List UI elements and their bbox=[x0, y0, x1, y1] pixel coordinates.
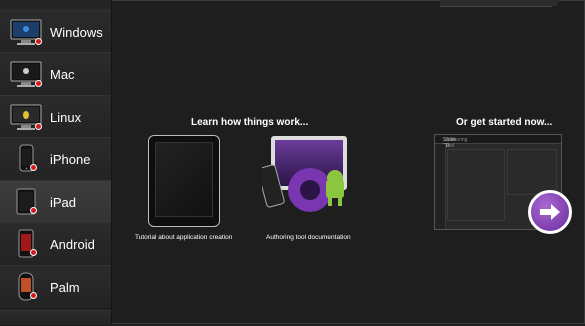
status-badge bbox=[30, 292, 37, 299]
sidebar-item-ipad[interactable]: iPad bbox=[0, 180, 111, 224]
sidebar-item-label: Palm bbox=[50, 279, 80, 295]
editor-titlebar: Strike 3D Authoring tool bbox=[435, 135, 561, 149]
editor-sidebar bbox=[435, 144, 446, 229]
tutorial-tile[interactable] bbox=[148, 135, 220, 227]
documentation-tile[interactable] bbox=[262, 136, 356, 218]
authoring-tool-icon bbox=[262, 164, 344, 212]
start-section-title: Or get started now... bbox=[456, 117, 553, 128]
ipad-icon bbox=[9, 186, 43, 218]
top-scroll-indicator bbox=[440, 0, 558, 7]
ipad-screen bbox=[155, 142, 213, 217]
android-phone-icon bbox=[9, 228, 43, 260]
sidebar-item-linux[interactable]: Linux bbox=[0, 95, 111, 139]
status-badge bbox=[30, 249, 37, 256]
status-badge bbox=[35, 38, 42, 45]
sidebar-item-label: Linux bbox=[50, 109, 82, 125]
sidebar-item-palm[interactable]: Palm bbox=[0, 265, 111, 309]
get-started-button[interactable] bbox=[528, 190, 572, 234]
sidebar-item-label: Android bbox=[50, 236, 95, 252]
status-badge bbox=[30, 164, 37, 171]
mac-monitor-icon bbox=[9, 58, 43, 90]
sidebar-item-label: Mac bbox=[50, 66, 75, 82]
status-badge bbox=[35, 123, 42, 130]
sidebar-item-label: Windows bbox=[50, 24, 103, 40]
sidebar-item-label: iPad bbox=[50, 194, 77, 210]
arrow-right-icon bbox=[540, 204, 560, 220]
tutorial-caption[interactable]: Tutorial about application creation bbox=[135, 234, 232, 241]
editor-properties-panel bbox=[507, 149, 557, 195]
platform-sidebar: Windows Mac Linux iPhone iPad Android Pa… bbox=[0, 0, 112, 326]
learn-section-title: Learn how things work... bbox=[191, 117, 309, 128]
windows-monitor-icon bbox=[9, 16, 43, 48]
linux-monitor-icon bbox=[9, 101, 43, 133]
sidebar-item-iphone[interactable]: iPhone bbox=[0, 137, 111, 181]
status-badge bbox=[35, 80, 42, 87]
sidebar-item-label: iPhone bbox=[50, 151, 91, 167]
sidebar-item-android[interactable]: Android bbox=[0, 222, 111, 266]
sidebar-item-mac[interactable]: Mac bbox=[0, 52, 111, 96]
palm-phone-icon bbox=[9, 271, 43, 303]
sidebar-item-windows[interactable]: Windows bbox=[0, 10, 111, 54]
documentation-caption[interactable]: Authoring tool documentation bbox=[266, 234, 351, 241]
editor-panel bbox=[447, 149, 505, 221]
status-badge bbox=[30, 207, 37, 214]
iphone-icon bbox=[9, 143, 43, 175]
